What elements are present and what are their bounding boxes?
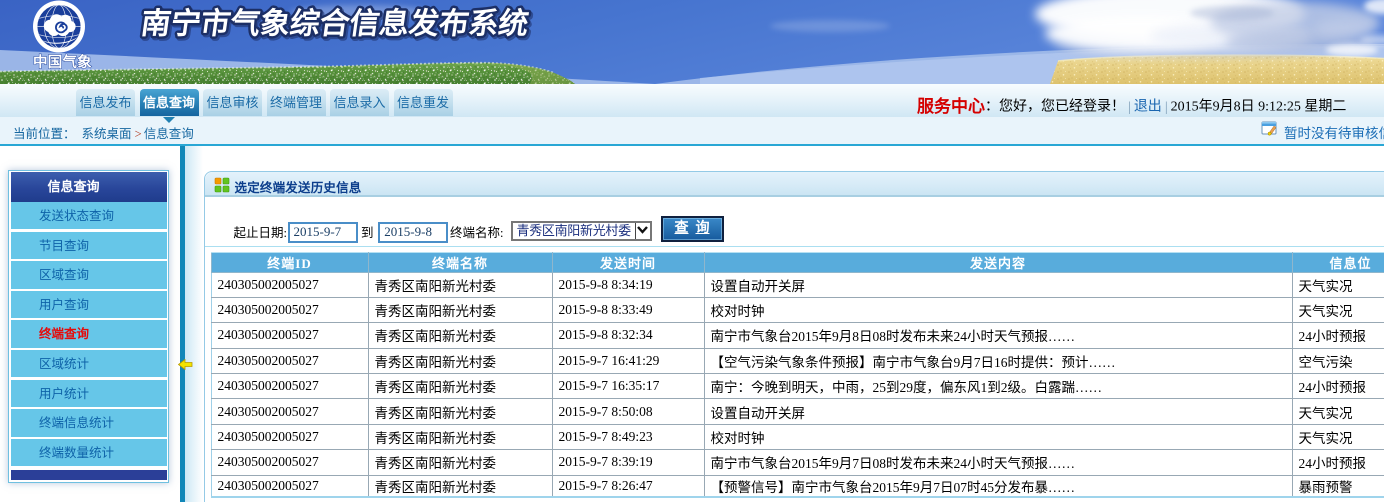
svg-text:中国气象: 中国气象 (33, 53, 92, 71)
svg-text:南宁市气象综合信息发布系统: 南宁市气象综合信息发布系统 (139, 7, 531, 41)
